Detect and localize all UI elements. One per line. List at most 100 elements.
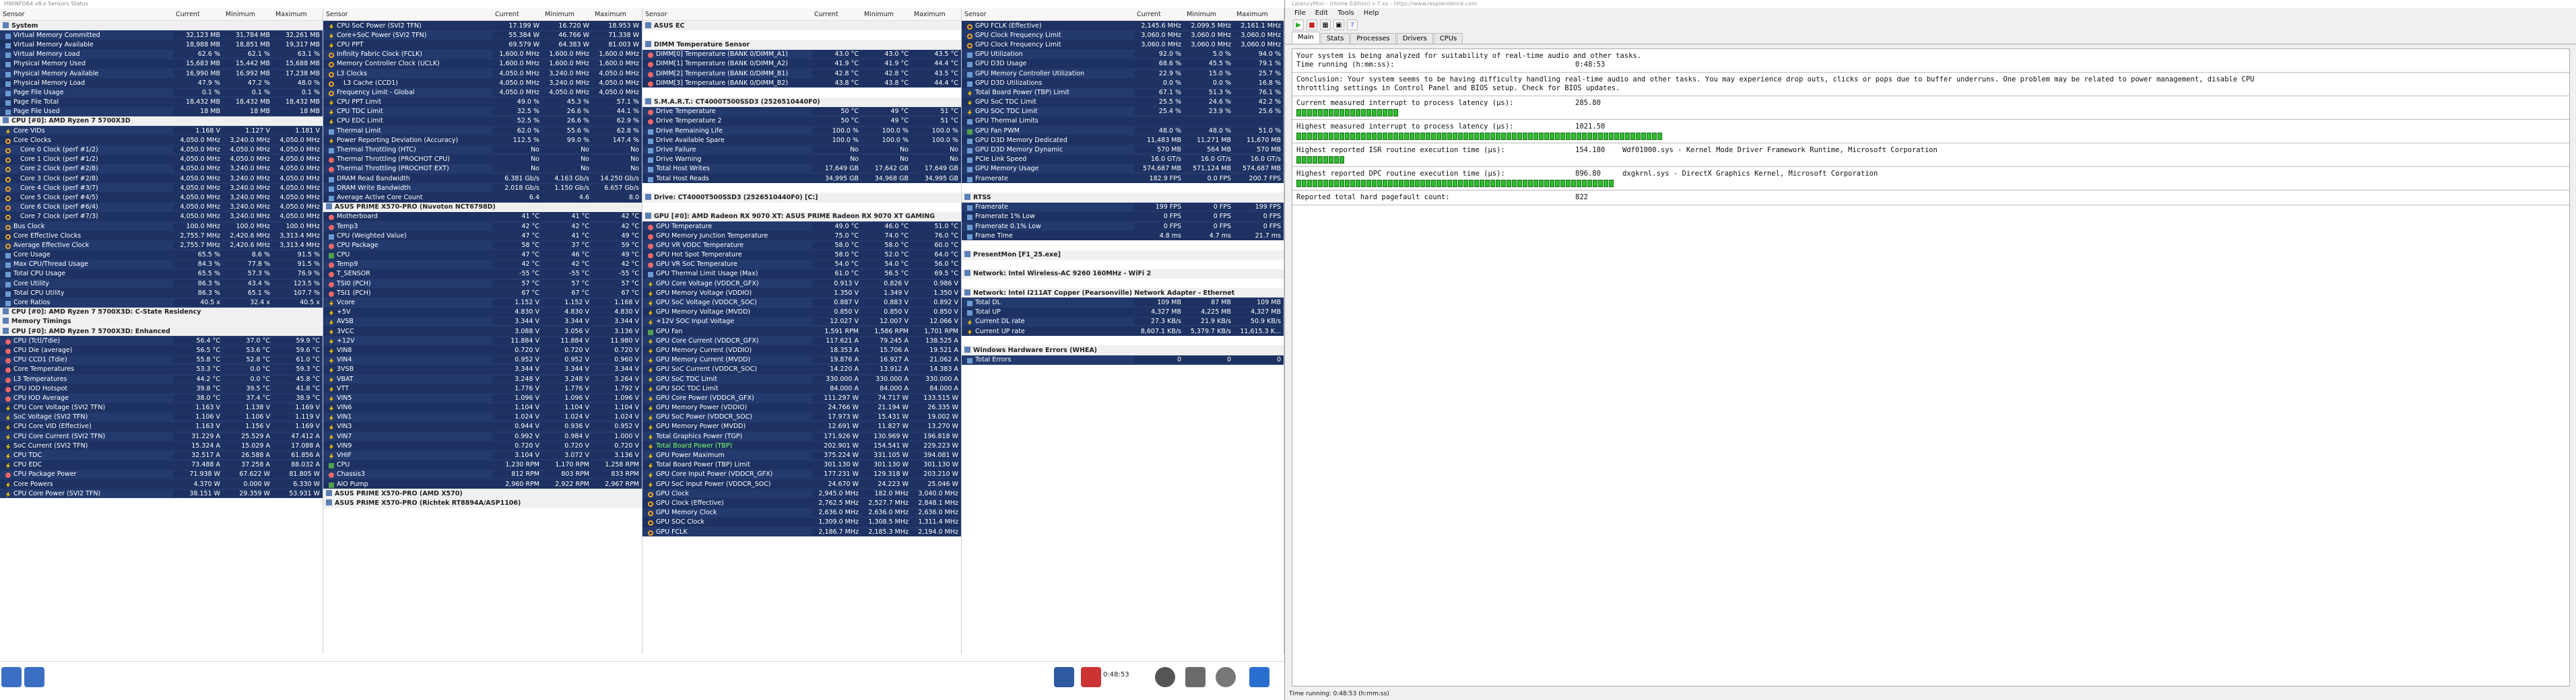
sensor-row[interactable]: Framerate 182.9 FPS 0.0 FPS 200.7 FPS xyxy=(962,174,1284,184)
sensor-row[interactable]: Core 0 Clock (perf #1/2) 4,050.0 MHz 4,050… xyxy=(0,145,323,155)
sensor-row[interactable]: Framerate 199 FPS 0 FPS 199 FPS xyxy=(962,202,1284,212)
sensor-row[interactable]: Drive Available Spare 100.0 % 100.0 % 100.0… xyxy=(642,135,961,145)
sensor-row[interactable]: Core Powers 4.370 W 0.000 W 6.330 W xyxy=(0,479,323,489)
sensor-row[interactable]: GPU Core Power (VDDCR_GFX) 111.297 W 74.71… xyxy=(642,393,961,403)
sensor-row[interactable]: Total Board Power (TBP) Limit 67.1 % 51.3 … xyxy=(962,88,1284,98)
sensor-row[interactable]: Motherboard 41 °C 41 °C 42 °C xyxy=(323,211,642,221)
sensor-group-header[interactable]: System xyxy=(0,21,323,31)
sensor-column-3[interactable]: Sensor Current Minimum Maximum ASUS EC DIMM T… xyxy=(642,8,962,654)
sensor-row[interactable]: GPU Memory Clock 2,636.0 MHz 2,636.0 MHz 2,… xyxy=(642,508,961,518)
sensor-row[interactable]: GPU SOC Clock 1,309.0 MHz 1,308.5 MHz 1,311… xyxy=(642,517,961,527)
sensor-group-header[interactable]: PresentMon [F1_25.exe] xyxy=(962,250,1284,260)
sensor-row[interactable]: Core 6 Clock (perf #6/4) 4,050.0 MHz 3,240… xyxy=(0,202,323,212)
sensor-row[interactable]: GPU Core Input Power (VDDCR_GFX) 177.231 … xyxy=(642,469,961,479)
sensor-row[interactable]: Drive Temperature 50 °C 49 °C 51 °C xyxy=(642,106,961,116)
sensor-row[interactable]: DRAM Read Bandwidth 6.381 Gb/s 4.163 Gb/s 1… xyxy=(323,174,642,184)
nav-right-icon[interactable] xyxy=(24,667,44,687)
sensor-row[interactable]: GPU Core Current (VDDCR_GFX) 117.621 A 79.… xyxy=(642,336,961,346)
sensor-row[interactable]: GPU VR VDDC Temperature 58.0 °C 58.0 °C 60.… xyxy=(642,240,961,250)
sensor-row[interactable]: Core VIDs 1.168 V 1.127 V 1.181 V xyxy=(0,126,323,136)
sensor-row[interactable]: Page File Used 18 MB 18 MB 18 MB xyxy=(0,106,323,116)
sensor-row[interactable]: Frame Time 4.8 ms 4.7 ms 21.7 ms xyxy=(962,231,1284,241)
sensor-row[interactable]: GPU VR SoC Temperature 54.0 °C 54.0 °C 56.0… xyxy=(642,259,961,269)
column-header-minimum[interactable]: Minimum xyxy=(223,11,273,18)
sensor-row[interactable]: L3 Clocks 4,050.0 MHz 3,240.0 MHz 4,050.0 M… xyxy=(323,68,642,79)
tab-processes[interactable]: Processes xyxy=(1350,33,1396,44)
menu-help[interactable]: Help xyxy=(1364,9,1379,17)
sensor-row[interactable]: CPU CCD1 (Tdie) 55.8 °C 52.8 °C 61.0 °C xyxy=(0,355,323,365)
sensor-row[interactable]: GPU D3D Memory Dynamic 570 MB 564 MB 570 MB xyxy=(962,145,1284,155)
column-header-maximum[interactable]: Maximum xyxy=(1234,11,1284,18)
column-header-current[interactable]: Current xyxy=(492,11,542,18)
sensor-row[interactable]: GPU SoC Voltage (VDDCR_SOC) 0.887 V 0.883 … xyxy=(642,298,961,308)
sensor-row[interactable]: CPU 1,230 RPM 1,170 RPM 1,258 RPM xyxy=(323,460,642,470)
sensor-row[interactable]: TSI1 (PCH) 67 °C 67 °C 67 °C xyxy=(323,288,642,298)
sensor-row[interactable]: Temp3 42 °C 42 °C 42 °C xyxy=(323,221,642,232)
tab-main[interactable]: Main xyxy=(1292,32,1320,44)
sensor-group-header[interactable]: Network: Intel I211AT Copper (Pearsonvil… xyxy=(962,288,1284,298)
sensor-row[interactable]: CPU 47 °C 46 °C 49 °C xyxy=(323,250,642,260)
sensor-row[interactable]: GPU D3D Usage 68.6 % 45.5 % 79.1 % xyxy=(962,59,1284,69)
sensor-row[interactable]: Physical Memory Load 47.9 % 47.2 % 48.0 % xyxy=(0,78,323,88)
sensor-row[interactable]: +12V 11.884 V 11.884 V 11.980 V xyxy=(323,336,642,346)
sensor-row[interactable]: CPU IOD Hotspot 39.8 °C 39.5 °C 41.8 °C xyxy=(0,384,323,394)
sensor-row[interactable]: GPU Memory Voltage (MVDD) 0.850 V 0.850 V0… xyxy=(642,307,961,317)
sensor-row[interactable]: L3 Cache (CCD1) 4,050.0 MHz 3,240.0 MHz 4,0… xyxy=(323,78,642,88)
sensor-row[interactable]: GPU Memory Voltage (VDDIO) 1.350 V 1.349 V… xyxy=(642,288,961,298)
sensor-row[interactable]: +12V SOC Input Voltage 12.027 V 12.007 V 12… xyxy=(642,316,961,326)
sensor-row[interactable]: CPU Core Current (SVI2 TFN) 31.229 A 25.52… xyxy=(0,431,323,442)
sensor-row[interactable]: CPU SoC Power (SVI2 TFN) 17.199 W 16.720 W… xyxy=(323,21,642,31)
sensor-row[interactable]: CPU Core VID (Effective) 1.163 V 1.156 V 1.… xyxy=(0,421,323,432)
column-header-current[interactable]: Current xyxy=(173,11,223,18)
sensor-row[interactable]: CPU PPT Limit 49.0 % 45.3 % 57.1 % xyxy=(323,97,642,107)
sensor-row[interactable]: GPU SoC TDC Limit 25.5 % 24.6 % 42.2 % xyxy=(962,97,1284,107)
sensor-row[interactable]: CPU EDC 73.488 A 37.258 A 88.032 A xyxy=(0,460,323,470)
sensor-row[interactable]: Core Effective Clocks 2,755.7 MHz 2,420.6 … xyxy=(0,231,323,241)
sensor-row[interactable]: CPU PPT 69.579 W 64.383 W 81.003 W xyxy=(323,40,642,50)
sensor-row[interactable]: VIN1 1.024 V 1.024 V 1.024 V xyxy=(323,412,642,422)
sensor-group-header[interactable]: ASUS EC xyxy=(642,21,961,31)
sensor-row[interactable]: SoC Voltage (SVI2 TFN) 1.106 V 1.106 V 1.11… xyxy=(0,412,323,422)
sensor-row[interactable]: DIMM[0] Temperature (BANK 0/DIMM_A1) 43.0… xyxy=(642,49,961,59)
sensor-row[interactable]: Framerate 0.1% Low 0 FPS 0 FPS 0 FPS xyxy=(962,221,1284,232)
sensor-group-header[interactable]: Network: Intel Wireless-AC 9260 160MHz -… xyxy=(962,269,1284,279)
sensor-row[interactable]: SoC Current (SVI2 TFN) 15.324 A 15.029 A 17… xyxy=(0,441,323,451)
sensor-row[interactable]: GPU Clock Frequency Limit 3,060.0 MHz 3,06… xyxy=(962,30,1284,40)
sensor-row[interactable]: Virtual Memory Committed 32,123 MB 31,784 … xyxy=(0,30,323,40)
menu-file[interactable]: File xyxy=(1294,9,1306,17)
sensor-row[interactable]: Drive Warning No No No xyxy=(642,154,961,164)
sensor-row[interactable]: Drive Temperature 2 50 °C 49 °C 51 °C xyxy=(642,116,961,127)
menu-edit[interactable]: Edit xyxy=(1315,9,1328,17)
sensor-row[interactable]: VIN6 1.104 V 1.104 V 1.104 V xyxy=(323,403,642,413)
sensor-row[interactable]: 3VCC 3.088 V 3.056 V 3.136 V xyxy=(323,326,642,337)
sensor-row[interactable]: VHIF 3.104 V 3.072 V 3.136 V xyxy=(323,450,642,460)
column-header-sensor[interactable]: Sensor xyxy=(0,11,173,18)
clock-icon[interactable] xyxy=(1155,667,1175,687)
sensor-row[interactable]: PCIe Link Speed 16.0 GT/s 16.0 GT/s 16.0 GT… xyxy=(962,154,1284,164)
sensor-row[interactable]: CPU IOD Average 38.0 °C 37.4 °C 38.9 °C xyxy=(0,393,323,403)
sensor-row[interactable]: Chassis3 812 RPM 803 RPM 833 RPM xyxy=(323,469,642,479)
sensor-row[interactable]: Thermal Limit 62.0 % 55.6 % 62.8 % xyxy=(323,126,642,136)
sensor-row[interactable]: Thermal Throttling (PROCHOT EXT) No No No xyxy=(323,164,642,174)
sensor-group-header[interactable]: Drive: CT4000T500SSD3 (2526510440F0) [C:… xyxy=(642,193,961,203)
sensor-group-header[interactable]: Memory Timings xyxy=(0,316,323,326)
column-header-maximum[interactable]: Maximum xyxy=(592,11,642,18)
sensor-row[interactable]: Frequency Limit - Global 4,050.0 MHz 4,050… xyxy=(323,88,642,98)
sensor-row[interactable]: Core+SoC Power (SVI2 TFN) 55.384 W 46.766 … xyxy=(323,30,642,40)
sensor-row[interactable]: Physical Memory Available 16,990 MB 16,992… xyxy=(0,68,323,79)
sensor-row[interactable]: Average Effective Clock 2,755.7 MHz 2,420.… xyxy=(0,240,323,250)
column-header-minimum[interactable]: Minimum xyxy=(542,11,592,18)
sensor-row[interactable]: 3VSB 3.344 V 3.344 V 3.344 V xyxy=(323,364,642,374)
sensor-row[interactable]: CPU (Tctl/Tdie) 56.4 °C 37.0 °C 59.9 °C xyxy=(0,336,323,346)
sensor-row[interactable]: DRAM Write Bandwidth 2.018 Gb/s 1.150 Gb/s… xyxy=(323,183,642,193)
sensor-row[interactable]: DIMM[2] Temperature (BANK 0/DIMM_B1) 42.8… xyxy=(642,68,961,79)
sensor-row[interactable]: GPU Utilization 92.0 % 5.0 % 94.0 % xyxy=(962,49,1284,59)
sensor-row[interactable]: Current UP rate 8,607.1 KB/s 5,379.7 KB/s 1… xyxy=(962,326,1284,337)
column-header-current[interactable]: Current xyxy=(812,11,861,18)
sensor-column-2[interactable]: Sensor Current Minimum Maximum CPU SoC Power… xyxy=(323,8,642,654)
sensor-row[interactable]: Power Reporting Deviation (Accuracy) 112.… xyxy=(323,135,642,145)
sensor-row[interactable]: CPU Package 58 °C 37 °C 59 °C xyxy=(323,240,642,250)
sensor-group-header[interactable]: RTSS xyxy=(962,193,1284,203)
sensor-row[interactable]: Core 3 Clock (perf #2/8) 4,050.0 MHz 3,240… xyxy=(0,174,323,184)
sensor-row[interactable]: Thermal Throttling (HTC) No No No xyxy=(323,145,642,155)
